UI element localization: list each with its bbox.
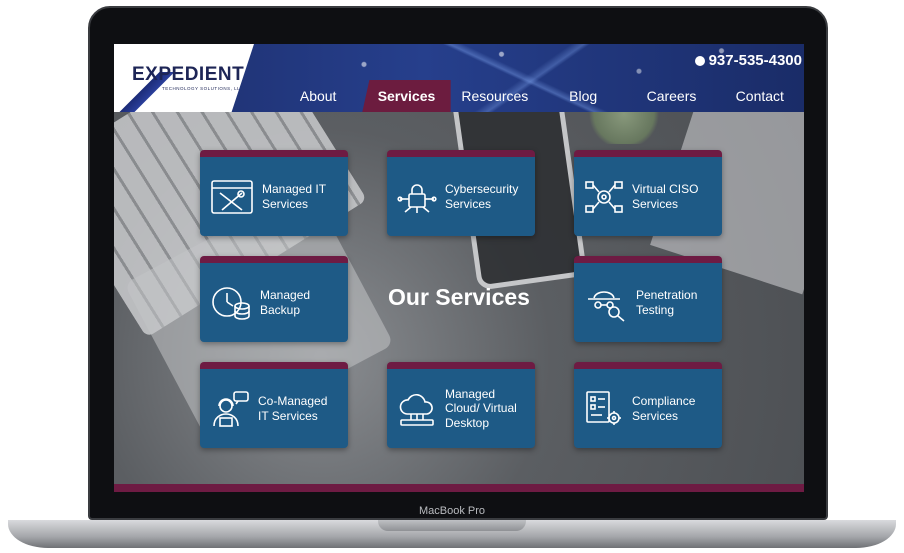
spy-magnifier-icon xyxy=(588,290,625,322)
service-card-managed-backup[interactable]: Managed Backup xyxy=(200,256,348,342)
laptop-mockup: EXPEDIENT TECHNOLOGY SOLUTIONS, LLC 937-… xyxy=(0,0,904,553)
gear-network-icon xyxy=(585,180,623,213)
checklist-gear-icon xyxy=(586,390,621,425)
footer-accent-strip xyxy=(114,484,804,492)
tools-icon xyxy=(211,179,253,214)
service-card-managed-cloud[interactable]: Managed Cloud/ Virtual Desktop xyxy=(387,362,535,448)
nav-about[interactable]: About xyxy=(274,80,362,112)
phone-number: 937-535-4300 xyxy=(708,52,802,69)
nav-contact[interactable]: Contact xyxy=(716,80,804,112)
cloud-icon xyxy=(399,393,434,426)
website-screen: EXPEDIENT TECHNOLOGY SOLUTIONS, LLC 937-… xyxy=(114,44,804,492)
service-label: Compliance Services xyxy=(632,394,696,423)
nav-careers[interactable]: Careers xyxy=(627,80,715,112)
main-nav: About Services Resources Blog Careers Co… xyxy=(274,80,804,112)
laptop-notch xyxy=(378,520,526,531)
logo[interactable]: EXPEDIENT TECHNOLOGY SOLUTIONS, LLC xyxy=(114,44,254,112)
phone-link[interactable]: 937-535-4300 xyxy=(694,52,802,69)
logo-subtext: TECHNOLOGY SOLUTIONS, LLC xyxy=(162,86,244,91)
service-card-compliance[interactable]: Compliance Services xyxy=(574,362,722,448)
nav-blog[interactable]: Blog xyxy=(539,80,627,112)
service-card-virtual-ciso[interactable]: Virtual CISO Services xyxy=(574,150,722,236)
service-label: Cybersecurity Services xyxy=(445,182,519,211)
service-label: Virtual CISO Services xyxy=(632,182,699,211)
service-label: Penetration Testing xyxy=(636,288,698,317)
service-card-co-managed-it[interactable]: Co-Managed IT Services xyxy=(200,362,348,448)
service-label: Managed Backup xyxy=(260,288,311,317)
lock-circuit-icon xyxy=(397,183,437,213)
site-header: EXPEDIENT TECHNOLOGY SOLUTIONS, LLC 937-… xyxy=(114,44,804,112)
service-card-cybersecurity[interactable]: Cybersecurity Services xyxy=(387,150,535,236)
service-label: Co-Managed IT Services xyxy=(258,394,328,423)
service-label: Managed IT Services xyxy=(262,182,326,211)
nav-resources[interactable]: Resources xyxy=(451,80,539,112)
phone-dot-icon xyxy=(694,55,705,66)
service-card-managed-it[interactable]: Managed IT Services xyxy=(200,150,348,236)
clock-database-icon xyxy=(212,286,250,320)
service-label: Managed Cloud/ Virtual Desktop xyxy=(445,386,517,430)
logo-text: EXPEDIENT xyxy=(132,64,245,85)
device-model-label: MacBook Pro xyxy=(418,505,486,517)
page-title: Our Services xyxy=(388,284,530,310)
nav-services[interactable]: Services xyxy=(362,80,451,112)
service-card-penetration-testing[interactable]: Penetration Testing xyxy=(574,256,722,342)
support-agent-icon xyxy=(213,390,249,427)
